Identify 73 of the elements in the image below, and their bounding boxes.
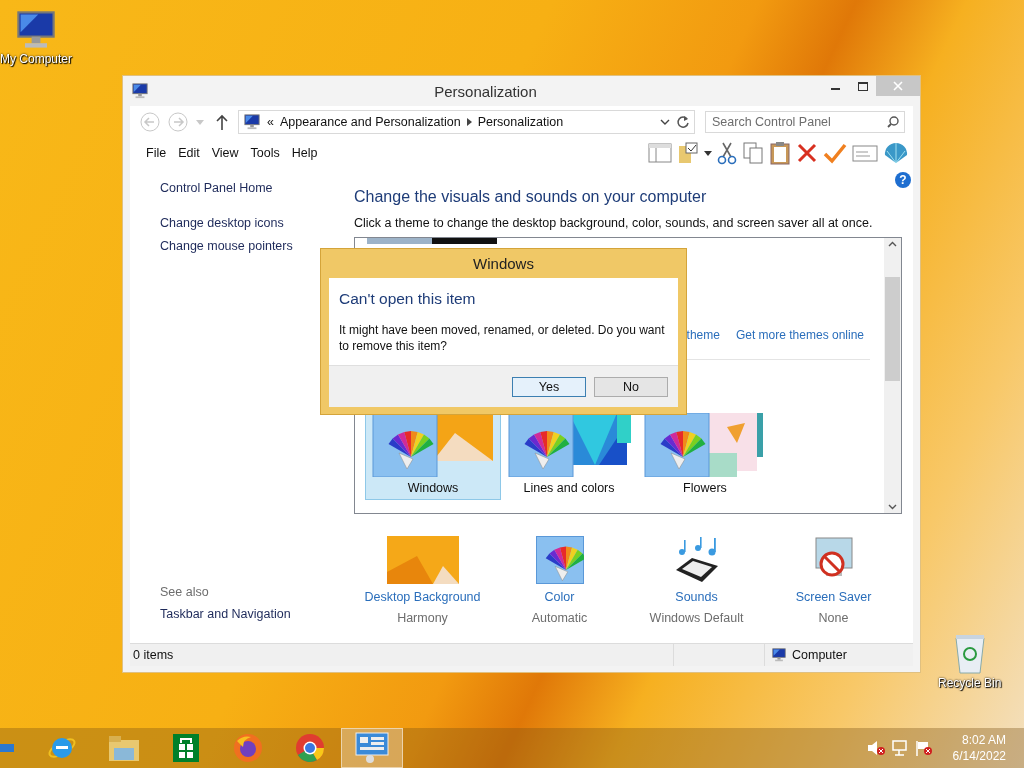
properties-card-icon[interactable] — [852, 143, 878, 163]
search-field[interactable]: Search Control Panel — [705, 111, 905, 133]
setting-link[interactable]: Sounds — [675, 590, 718, 604]
menu-item[interactable]: View — [205, 143, 245, 163]
sidebar-link[interactable]: Control Panel Home — [160, 181, 354, 195]
minimize-icon — [831, 88, 840, 90]
address-crumb[interactable]: Personalization — [477, 115, 564, 129]
shell-globe-icon[interactable] — [883, 141, 909, 165]
setting-link[interactable]: Screen Saver — [795, 590, 872, 604]
recycle-bin-icon — [952, 632, 987, 674]
setting-value: Harmony — [397, 611, 448, 625]
dialog-message: It might have been moved, renamed, or deleted. Do you want to remove this item? — [338, 322, 666, 354]
see-also-label: See also — [160, 585, 210, 599]
menu-item[interactable]: Edit — [172, 143, 206, 163]
network-icon[interactable] — [890, 740, 909, 756]
folder-check-icon[interactable] — [677, 142, 699, 164]
help-button[interactable]: ? — [895, 172, 911, 188]
sidebar-link[interactable]: Taskbar and Navigation — [160, 607, 354, 621]
delete-x-icon[interactable] — [796, 142, 818, 164]
dialog-button[interactable]: No — [594, 376, 668, 397]
address-crumb[interactable]: Appearance and Personalization — [279, 115, 461, 129]
dialog-heading: Can't open this item — [338, 289, 477, 308]
computer-icon — [14, 10, 58, 50]
chevron-icon[interactable] — [466, 118, 472, 126]
scroll-up-icon[interactable] — [888, 241, 897, 247]
dropdown-caret-icon[interactable] — [660, 119, 670, 125]
sidebar-link[interactable]: Change mouse pointers — [160, 239, 354, 253]
checkmark-icon[interactable] — [823, 142, 847, 164]
setting-link[interactable]: Desktop Background — [364, 590, 481, 604]
scroll-down-icon[interactable] — [888, 504, 897, 510]
search-icon[interactable] — [887, 116, 899, 128]
menu-item[interactable]: Tools — [244, 143, 286, 163]
dialog-button[interactable]: Yes — [512, 376, 586, 397]
folder-icon — [108, 734, 140, 762]
address-overflow[interactable]: « — [267, 115, 274, 129]
scissors-icon[interactable] — [717, 141, 737, 165]
copy-icon[interactable] — [742, 141, 764, 165]
layout-pane-icon[interactable] — [648, 143, 672, 163]
setting-value: Automatic — [531, 611, 588, 625]
setting-value: Windows Default — [649, 611, 744, 625]
menu-item[interactable]: File — [140, 143, 173, 163]
start-edge[interactable] — [0, 744, 14, 752]
taskbar-button[interactable] — [341, 728, 403, 768]
theme-link[interactable]: Get more themes online — [735, 328, 864, 346]
flag-icon[interactable] — [914, 740, 933, 756]
store-bag-icon — [172, 733, 200, 763]
caret-icon — [196, 119, 204, 125]
window-title: Personalization — [433, 82, 538, 100]
close-icon — [893, 81, 903, 91]
setting-value: None — [818, 611, 849, 625]
maximize-icon — [857, 81, 868, 91]
page-heading: Change the visuals and sounds on your computer — [354, 188, 708, 206]
item-count: 0 items — [130, 644, 674, 666]
setting-link[interactable]: Color — [544, 590, 575, 604]
sidebar-link[interactable]: Change desktop icons — [160, 216, 354, 230]
computer-icon — [771, 648, 787, 662]
chrome-ball-icon — [295, 733, 325, 763]
menu-item[interactable]: Help — [285, 143, 324, 163]
clipboard-icon[interactable] — [769, 141, 791, 165]
refresh-icon[interactable] — [676, 115, 690, 129]
muted-speaker-icon[interactable] — [866, 740, 885, 756]
page-description: Click a theme to change the desktop background, color, sounds, and screen saver all at once. — [354, 216, 874, 230]
fox-globe-icon — [233, 733, 263, 763]
caret-icon[interactable] — [704, 150, 712, 156]
location-label: Computer — [792, 648, 847, 662]
wallpaper-icon — [386, 536, 459, 584]
theme-link[interactable]: theme — [686, 328, 720, 346]
color-fan-icon — [535, 536, 584, 584]
scrollbar[interactable] — [884, 238, 901, 513]
up-arrow-icon — [216, 114, 228, 130]
window-app-icon — [131, 83, 149, 99]
dialog-title: Windows — [472, 254, 535, 274]
address-bar[interactable]: « Appearance and Personalization Personalization — [238, 110, 695, 134]
